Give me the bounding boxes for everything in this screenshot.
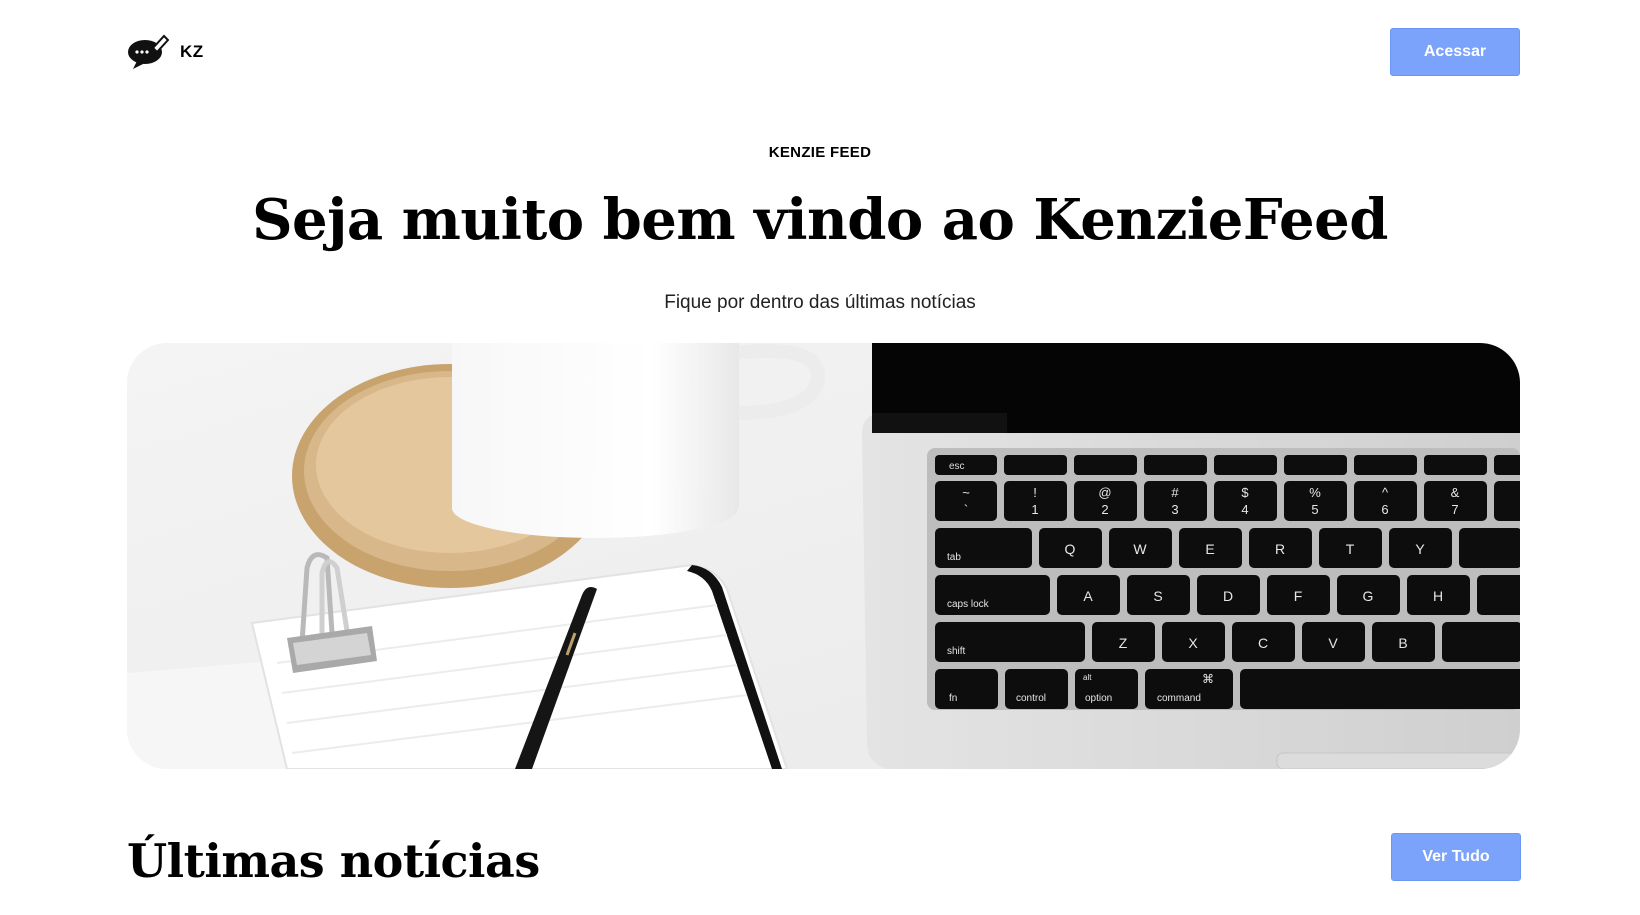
key-z-4: B <box>1398 635 1407 651</box>
key-num-top-0: ~ <box>962 485 970 500</box>
key-control: control <box>1016 693 1046 704</box>
login-button[interactable]: Acessar <box>1390 28 1520 76</box>
key-a-1: S <box>1153 588 1162 604</box>
key-z-1: X <box>1188 635 1198 651</box>
key-q-4: T <box>1346 541 1355 557</box>
key-q-3: R <box>1275 541 1285 557</box>
key-num-bottom-3: 3 <box>1171 502 1178 517</box>
key-z-2: C <box>1258 635 1268 651</box>
key-q-0: Q <box>1065 541 1076 557</box>
key-q-5: Y <box>1415 541 1425 557</box>
key-num-bottom-5: 5 <box>1311 502 1318 517</box>
key-a-5: H <box>1433 588 1443 604</box>
view-all-button[interactable]: Ver Tudo <box>1391 833 1521 881</box>
logo[interactable]: KZ <box>127 34 204 70</box>
hero-image: esc ~ ` ! 1 @ 2 # 3 $ 4 % 5 ^ 6 & 7 tab … <box>127 343 1520 769</box>
key-q-1: W <box>1133 541 1147 557</box>
key-num-bottom-2: 2 <box>1101 502 1108 517</box>
hero-eyebrow: KENZIE FEED <box>768 144 872 161</box>
key-num-top-1: ! <box>1033 485 1037 500</box>
keyboard: esc ~ ` ! 1 @ 2 # 3 $ 4 % 5 ^ 6 & 7 tab … <box>927 448 1520 710</box>
latest-news-title: Últimas notícias <box>127 834 540 888</box>
key-num-bottom-4: 4 <box>1241 502 1248 517</box>
key-a-3: F <box>1294 588 1303 604</box>
header: KZ Acessar <box>127 28 1520 78</box>
hero-title: Seja muito bem vindo ao KenzieFeed <box>252 187 1388 253</box>
key-num-bottom-0: ` <box>964 502 968 517</box>
key-a-4: G <box>1363 588 1374 604</box>
speech-bubble-pen-icon <box>128 34 169 69</box>
key-command: command <box>1157 693 1201 704</box>
key-z-3: V <box>1328 635 1338 651</box>
key-shift: shift <box>947 646 966 657</box>
key-num-top-4: $ <box>1241 485 1249 500</box>
key-num-bottom-1: 1 <box>1031 502 1038 517</box>
key-tab: tab <box>947 552 961 563</box>
key-q-2: E <box>1205 541 1214 557</box>
logo-text: KZ <box>180 42 204 61</box>
key-alt: alt <box>1083 673 1092 682</box>
key-esc: esc <box>949 461 965 472</box>
key-a-0: A <box>1083 588 1093 604</box>
key-num-top-5: % <box>1309 485 1321 500</box>
key-num-top-2: @ <box>1098 485 1111 500</box>
key-a-2: D <box>1223 588 1233 604</box>
hero-subtitle: Fique por dentro das últimas notícias <box>664 292 976 313</box>
key-num-bottom-6: 6 <box>1381 502 1388 517</box>
key-cmd-symbol: ⌘ <box>1202 672 1214 686</box>
key-num-top-7: & <box>1451 485 1460 500</box>
key-fn: fn <box>949 693 957 704</box>
key-num-bottom-7: 7 <box>1451 502 1458 517</box>
key-z-0: Z <box>1119 635 1128 651</box>
key-num-top-3: # <box>1171 485 1179 500</box>
key-num-top-6: ^ <box>1382 485 1389 500</box>
key-option: option <box>1085 693 1112 704</box>
key-caps-lock: caps lock <box>947 599 990 610</box>
